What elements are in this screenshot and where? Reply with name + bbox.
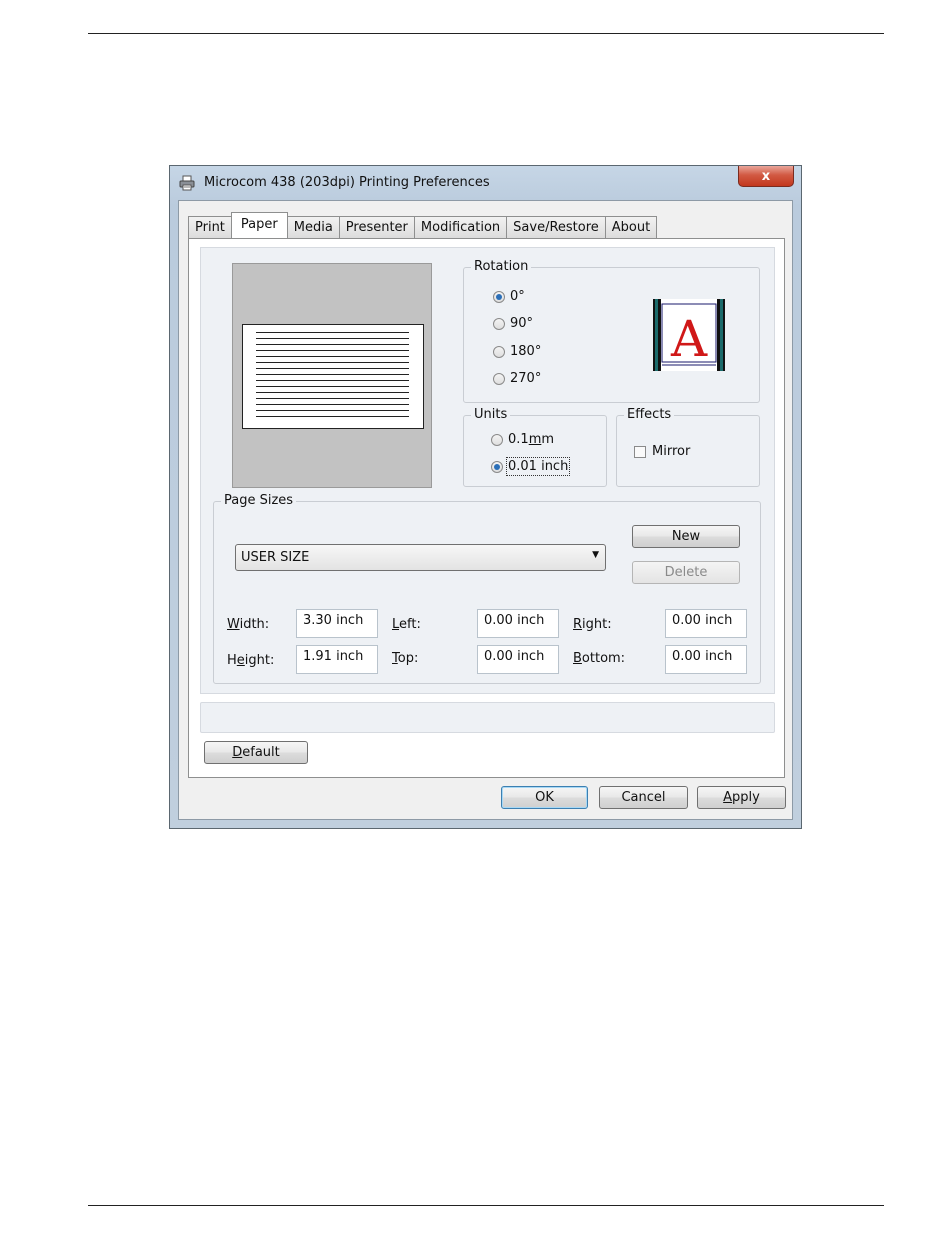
right-label: Right:: [573, 617, 612, 632]
units-group: Units 0.1 mm 0.01 inch: [463, 407, 607, 487]
printing-preferences-dialog: Microcom 438 (203dpi) Printing Preferenc…: [169, 165, 802, 829]
bottom-field[interactable]: 0.00 inch: [665, 645, 747, 674]
height-field[interactable]: 1.91 inch: [296, 645, 378, 674]
paper-preview: [232, 263, 432, 488]
rotation-option-180[interactable]: 180°: [493, 344, 541, 359]
tab-presenter[interactable]: Presenter: [338, 216, 415, 238]
rotation-option-0[interactable]: 0°: [493, 289, 525, 304]
tab-media[interactable]: Media: [286, 216, 340, 238]
page-bottom-rule: [88, 1205, 884, 1206]
paper-settings-panel: Rotation 0° 90° 180° 270° A Units 0.1 m …: [200, 247, 775, 694]
tab-print[interactable]: Print: [188, 216, 232, 238]
rotation-option-270[interactable]: 270°: [493, 371, 541, 386]
effects-label: Effects: [624, 407, 675, 423]
close-icon: x: [761, 168, 771, 184]
height-label: Height:: [227, 653, 275, 668]
tab-about[interactable]: About: [604, 216, 658, 238]
radio-checked-icon: [493, 290, 505, 303]
radio-icon: [491, 433, 503, 446]
width-label: Width:: [227, 617, 270, 632]
left-label: Left:: [392, 617, 421, 632]
tab-modification[interactable]: Modification: [413, 216, 508, 238]
page-sizes-group: Page Sizes New Delete USER SIZE ▼ Width:…: [213, 493, 761, 684]
right-field[interactable]: 0.00 inch: [665, 609, 747, 638]
left-field[interactable]: 0.00 inch: [477, 609, 559, 638]
units-label: Units: [471, 407, 511, 423]
radio-icon: [493, 317, 505, 330]
units-option-mm[interactable]: 0.1 mm: [491, 432, 554, 447]
top-label: Top:: [392, 651, 419, 666]
page-size-dropdown[interactable]: USER SIZE ▼: [235, 544, 606, 571]
effects-group: Effects Mirror: [616, 407, 760, 487]
default-button[interactable]: Default: [204, 741, 308, 764]
tab-strip: Print Paper Media Presenter Modification…: [188, 212, 658, 238]
radio-checked-icon: [491, 460, 503, 473]
printer-icon: [179, 175, 195, 191]
rotation-preview-icon: A: [653, 299, 725, 371]
chevron-down-icon: ▼: [592, 550, 599, 560]
top-field[interactable]: 0.00 inch: [477, 645, 559, 674]
dialog-client-area: Print Paper Media Presenter Modification…: [178, 200, 793, 820]
checkbox-icon: [634, 445, 646, 458]
mirror-checkbox[interactable]: Mirror: [634, 444, 690, 459]
new-button[interactable]: New: [632, 525, 740, 548]
status-bar: [200, 702, 775, 733]
bottom-label: Bottom:: [573, 651, 626, 666]
tab-save-restore[interactable]: Save/Restore: [506, 216, 606, 238]
delete-button[interactable]: Delete: [632, 561, 740, 584]
tab-paper[interactable]: Paper: [230, 212, 288, 238]
page-size-value: USER SIZE: [241, 550, 310, 565]
title-bar[interactable]: Microcom 438 (203dpi) Printing Preferenc…: [170, 166, 801, 200]
cancel-button[interactable]: Cancel: [599, 786, 688, 809]
width-field[interactable]: 3.30 inch: [296, 609, 378, 638]
paper-tab-panel: Rotation 0° 90° 180° 270° A Units 0.1 m …: [188, 238, 785, 778]
page-top-rule: [88, 33, 884, 34]
rotation-preview-letter: A: [670, 310, 708, 368]
rotation-label: Rotation: [471, 259, 532, 275]
page-sizes-label: Page Sizes: [221, 493, 297, 509]
close-button[interactable]: x: [738, 166, 794, 187]
radio-icon: [493, 345, 505, 358]
apply-button[interactable]: Apply: [697, 786, 786, 809]
paper-sheet-preview: [242, 324, 424, 429]
rotation-group: Rotation 0° 90° 180° 270° A: [463, 259, 760, 403]
ok-button[interactable]: OK: [501, 786, 588, 809]
radio-icon: [493, 372, 505, 385]
window-title: Microcom 438 (203dpi) Printing Preferenc…: [204, 175, 490, 190]
rotation-option-90[interactable]: 90°: [493, 316, 533, 331]
units-option-inch[interactable]: 0.01 inch: [491, 457, 571, 476]
